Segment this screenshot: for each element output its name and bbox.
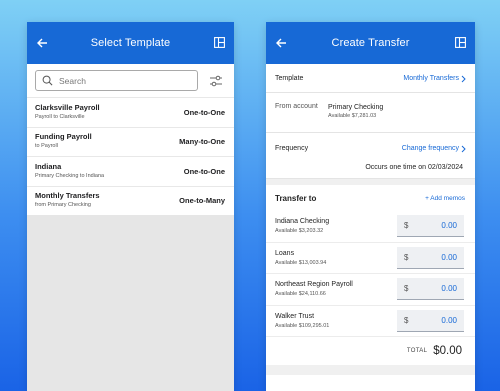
template-value: Monthly Transfers: [403, 74, 459, 82]
transfer-account-row: Indiana Checking Available $3,203.32 $ 0…: [266, 211, 475, 243]
template-item[interactable]: Monthly Transfers from Primary Checking …: [27, 185, 234, 216]
amount-value: 0.00: [441, 221, 457, 231]
transfer-to-heading: Transfer to: [275, 193, 317, 203]
layout-panels-icon[interactable]: [214, 37, 225, 48]
account-name: Walker Trust: [275, 312, 315, 320]
app-bar: Select Template: [27, 22, 234, 64]
template-subtitle: from Primary Checking: [35, 202, 91, 209]
frequency-section: Frequency Change frequency Occurs one ti…: [266, 133, 475, 179]
transfer-to-header: Transfer to + Add memos: [266, 185, 475, 211]
amount-input[interactable]: $ 0.00: [397, 309, 464, 332]
template-subtitle: Payroll to Clarksville: [35, 113, 85, 120]
account-available: Available $24,110.66: [275, 291, 326, 298]
account-available: Available $109,295.01: [275, 322, 330, 329]
add-memos-link[interactable]: + Add memos: [425, 195, 465, 202]
template-item[interactable]: Clarksville Payroll Payroll to Clarksvil…: [27, 97, 234, 127]
template-row[interactable]: Template Monthly Transfers: [266, 64, 475, 93]
app-bar: Create Transfer: [266, 22, 475, 64]
total-label: TOTAL: [406, 348, 428, 354]
chevron-right-icon: [461, 145, 466, 152]
account-available: Available $3,203.32: [275, 228, 324, 235]
total-row: TOTAL $0.00: [266, 337, 475, 365]
occurrence-note: Occurs one time on 02/03/2024: [365, 164, 463, 171]
bottom-divider: [266, 365, 475, 375]
template-item[interactable]: Funding Payroll to Payroll Many-to-One: [27, 126, 234, 157]
template-type: One-to-One: [183, 107, 225, 117]
template-name: Indiana: [35, 161, 62, 171]
amount-value: 0.00: [441, 252, 457, 262]
change-frequency-link[interactable]: Change frequency: [402, 145, 459, 152]
currency-symbol: $: [404, 315, 409, 325]
page-title: Create Transfer: [331, 37, 410, 49]
from-account-label: From account: [275, 103, 318, 110]
amount-value: 0.00: [441, 284, 457, 294]
frequency-label: Frequency: [275, 145, 309, 152]
search-placeholder: Search: [59, 75, 86, 86]
amount-input[interactable]: $ 0.00: [397, 246, 464, 269]
from-account-name: Primary Checking: [328, 104, 384, 111]
page-title: Select Template: [90, 37, 171, 49]
transfer-account-row: Northeast Region Payroll Available $24,1…: [266, 274, 475, 306]
frequency-row[interactable]: Frequency Change frequency: [266, 133, 475, 164]
from-account-available: Available $7,281.03: [328, 113, 377, 119]
search-input[interactable]: Search: [35, 70, 198, 91]
template-type: One-to-Many: [179, 196, 225, 206]
template-type: One-to-One: [183, 166, 225, 176]
template-name: Monthly Transfers: [35, 191, 100, 201]
amount-value: 0.00: [441, 315, 457, 325]
account-name: Indiana Checking: [275, 218, 330, 226]
amount-input[interactable]: $ 0.00: [397, 215, 464, 238]
template-type: Many-to-One: [179, 137, 225, 147]
template-panel: Search Clarksville Payroll Payroll to Cl…: [27, 64, 234, 215]
layout-panels-icon[interactable]: [455, 37, 466, 48]
filter-sliders-icon[interactable]: [209, 74, 223, 88]
account-name: Loans: [275, 249, 295, 257]
select-template-screen: Select Template Search Clarksville Payro…: [27, 22, 234, 391]
template-item[interactable]: Indiana Primary Checking to Indiana One-…: [27, 156, 234, 186]
from-account-row: From account Primary Checking Available …: [266, 93, 475, 133]
currency-symbol: $: [404, 284, 409, 294]
total-value: $0.00: [433, 345, 462, 357]
template-subtitle: Primary Checking to Indiana: [35, 172, 105, 179]
template-subtitle: to Payroll: [35, 143, 58, 150]
search-icon: [42, 75, 53, 86]
account-available: Available $13,003.94: [275, 259, 327, 266]
create-transfer-screen: Create Transfer Template Monthly Transfe…: [266, 22, 475, 391]
chevron-right-icon: [461, 75, 466, 82]
currency-symbol: $: [404, 221, 409, 231]
back-arrow-icon[interactable]: [34, 35, 50, 51]
currency-symbol: $: [404, 252, 409, 262]
template-name: Funding Payroll: [35, 132, 92, 142]
search-row: Search: [27, 64, 234, 97]
template-label: Template: [275, 74, 304, 82]
transfer-account-row: Walker Trust Available $109,295.01 $ 0.0…: [266, 306, 475, 337]
transfer-account-row: Loans Available $13,003.94 $ 0.00: [266, 243, 475, 274]
account-name: Northeast Region Payroll: [275, 281, 353, 289]
amount-input[interactable]: $ 0.00: [397, 278, 464, 301]
template-name: Clarksville Payroll: [35, 102, 100, 112]
back-arrow-icon[interactable]: [273, 35, 289, 51]
